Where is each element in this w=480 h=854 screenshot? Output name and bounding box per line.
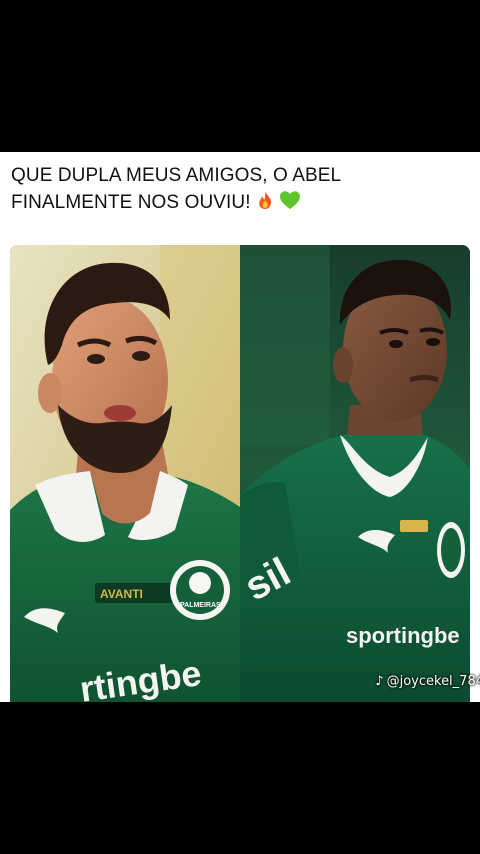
right-sponsor-text: sportingbe <box>346 623 460 648</box>
avanti-badge: AVANTI <box>100 587 143 601</box>
left-player-photo: AVANTI PALMEIRAS rtingbe <box>10 245 240 702</box>
bottom-letterbox <box>0 702 480 854</box>
right-player-photo: sil sportingbe <box>240 245 470 702</box>
green-heart-icon <box>279 190 301 218</box>
palmeiras-crest-text: PALMEIRAS <box>180 602 221 609</box>
watermark-handle: @joycekel_784 <box>386 674 480 689</box>
caption-line-1: QUE DUPLA MEUS AMIGOS, O ABEL <box>11 165 342 186</box>
left-player-illustration: AVANTI PALMEIRAS rtingbe <box>10 245 240 702</box>
post-card: QUE DUPLA MEUS AMIGOS, O ABEL FINALMENTE… <box>0 152 480 702</box>
player-photo-collage: AVANTI PALMEIRAS rtingbe sil sportingbe <box>10 245 470 702</box>
post-caption: QUE DUPLA MEUS AMIGOS, O ABEL FINALMENTE… <box>11 162 471 218</box>
fire-icon <box>255 190 275 218</box>
caption-line-2-text: FINALMENTE NOS OUVIU! <box>11 192 251 213</box>
top-letterbox <box>0 0 480 152</box>
right-player-illustration: sil sportingbe <box>240 245 470 702</box>
tiktok-watermark: ♪ @joycekel_784 <box>375 674 480 689</box>
tiktok-icon: ♪ <box>375 674 384 689</box>
caption-line-2: FINALMENTE NOS OUVIU! <box>11 189 471 218</box>
